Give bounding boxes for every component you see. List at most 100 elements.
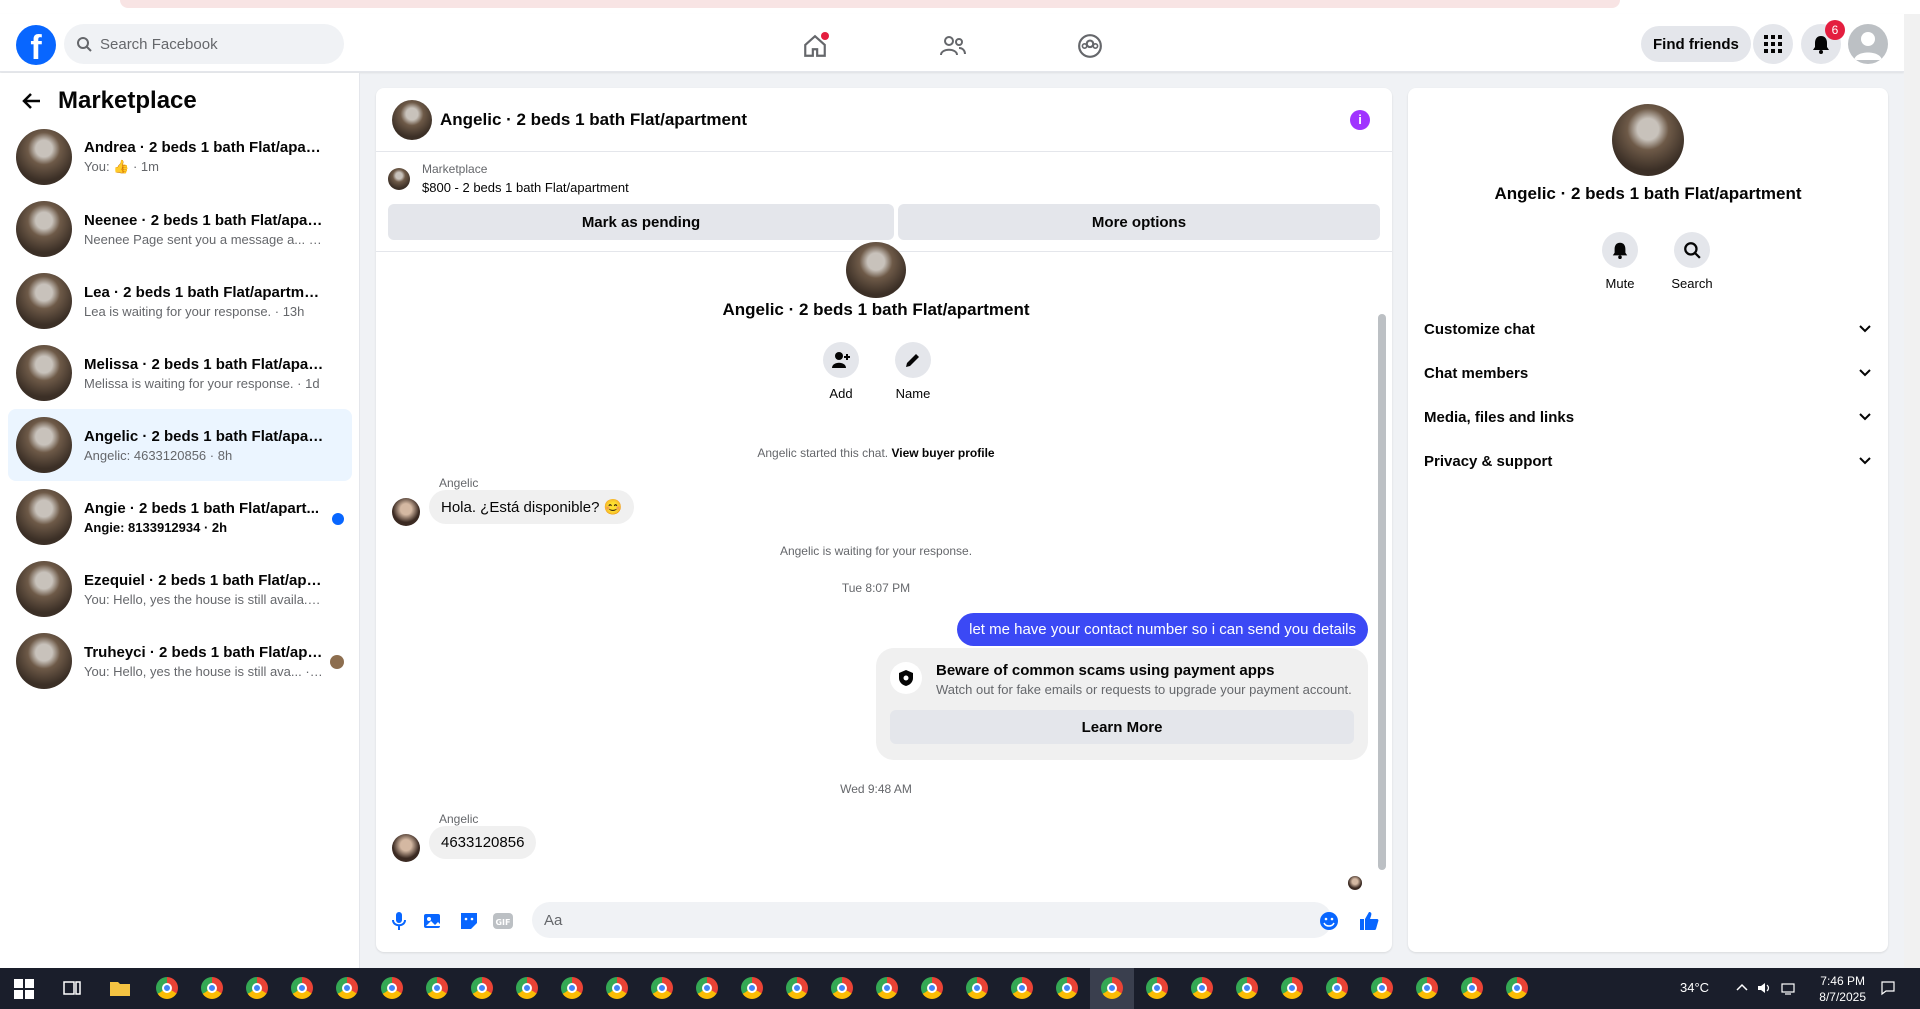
chrome-profile-icon[interactable] xyxy=(1191,977,1213,999)
search-input[interactable] xyxy=(100,35,320,53)
task-view-icon[interactable] xyxy=(61,977,83,999)
thread-scrollbar[interactable] xyxy=(1378,260,1386,880)
photo-icon[interactable] xyxy=(422,910,444,932)
notification-center-icon[interactable] xyxy=(1880,980,1896,996)
chrome-profile-icon[interactable] xyxy=(201,977,223,999)
sticker-icon[interactable] xyxy=(458,910,480,932)
chrome-profile-icon[interactable] xyxy=(831,977,853,999)
sidebar-header: Marketplace xyxy=(20,87,197,115)
outgoing-message[interactable]: let me have your contact number so i can… xyxy=(957,613,1368,646)
chrome-profile-icon[interactable] xyxy=(1371,977,1393,999)
file-explorer-icon[interactable] xyxy=(109,977,131,999)
info-icon[interactable]: i xyxy=(1350,110,1370,130)
page-scrollbar[interactable] xyxy=(1904,14,1920,968)
chrome-profile-icon[interactable] xyxy=(246,977,268,999)
chat-avatar[interactable] xyxy=(1612,104,1684,176)
add-button[interactable]: Add xyxy=(806,342,876,401)
nav-home-button[interactable] xyxy=(797,28,833,64)
chrome-profile-icon[interactable] xyxy=(381,977,403,999)
chrome-profile-icon[interactable] xyxy=(1236,977,1258,999)
chat-title[interactable]: Angelic · 2 beds 1 bath Flat/apartment xyxy=(440,110,747,130)
message-input[interactable] xyxy=(532,902,1332,938)
chrome-profile-icon[interactable] xyxy=(876,977,898,999)
chrome-profile-icon[interactable] xyxy=(516,977,538,999)
windows-start-icon[interactable] xyxy=(14,979,34,999)
network-icon[interactable] xyxy=(1780,980,1796,996)
chrome-profile-icon[interactable] xyxy=(741,977,763,999)
menu-button[interactable] xyxy=(1753,24,1793,64)
listing-info[interactable]: Marketplace $800 - 2 beds 1 bath Flat/ap… xyxy=(388,162,629,195)
chrome-profile-icon[interactable] xyxy=(921,977,943,999)
chrome-profile-icon[interactable] xyxy=(786,977,808,999)
emoji-icon[interactable] xyxy=(1318,910,1340,932)
chrome-profile-icon[interactable] xyxy=(1011,977,1033,999)
conversation-item[interactable]: Lea · 2 beds 1 bath Flat/apartment Lea is… xyxy=(8,265,352,337)
learn-more-button[interactable]: Learn More xyxy=(890,710,1354,744)
chrome-profile-icon[interactable] xyxy=(1506,977,1528,999)
back-arrow-icon[interactable] xyxy=(20,89,44,113)
chrome-center-icon xyxy=(747,983,757,993)
chrome-profile-icon[interactable] xyxy=(1461,977,1483,999)
facebook-logo-icon[interactable]: f xyxy=(16,25,56,65)
section-label: Privacy & support xyxy=(1424,452,1553,470)
conversation-item[interactable]: Andrea · 2 beds 1 bath Flat/apartm... You… xyxy=(8,121,352,193)
nav-friends-button[interactable] xyxy=(935,28,971,64)
chrome-profile-icon[interactable] xyxy=(1101,977,1123,999)
marketplace-sidebar: Marketplace Andrea · 2 beds 1 bath Flat/… xyxy=(0,73,360,968)
chrome-profile-icon[interactable] xyxy=(426,977,448,999)
profile-avatar[interactable] xyxy=(1848,24,1888,64)
gif-icon[interactable]: GIF xyxy=(492,910,514,932)
chevron-up-icon[interactable] xyxy=(1734,980,1750,996)
chrome-profile-icon[interactable] xyxy=(1281,977,1303,999)
sender-avatar[interactable] xyxy=(392,498,420,526)
conversation-item[interactable]: Truheyci · 2 beds 1 bath Flat/apa... You:… xyxy=(8,625,352,697)
listing-thumbnail xyxy=(16,489,72,545)
conversation-item-active[interactable]: Angelic · 2 beds 1 bath Flat/apart... Ang… xyxy=(8,409,352,481)
chrome-center-icon xyxy=(657,983,667,993)
chrome-icon[interactable] xyxy=(156,977,178,999)
sender-avatar[interactable] xyxy=(392,834,420,862)
scrollbar-thumb[interactable] xyxy=(1378,314,1386,870)
section-media-files[interactable]: Media, files and links xyxy=(1424,395,1872,439)
microphone-icon[interactable] xyxy=(388,910,410,932)
mute-button[interactable]: Mute xyxy=(1590,232,1650,291)
chrome-profile-icon[interactable] xyxy=(696,977,718,999)
nav-groups-button[interactable] xyxy=(1072,28,1108,64)
chrome-profile-icon[interactable] xyxy=(291,977,313,999)
search-chat-button[interactable]: Search xyxy=(1662,232,1722,291)
volume-icon[interactable] xyxy=(1756,980,1772,996)
mark-as-pending-button[interactable]: Mark as pending xyxy=(388,204,894,240)
search-box[interactable] xyxy=(64,24,344,64)
chrome-profile-icon[interactable] xyxy=(471,977,493,999)
thumbs-up-icon[interactable] xyxy=(1358,910,1380,932)
notifications-button[interactable]: 6 xyxy=(1801,20,1845,64)
chrome-profile-icon[interactable] xyxy=(1416,977,1438,999)
chrome-center-icon xyxy=(882,983,892,993)
message-thread: Angelic · 2 beds 1 bath Flat/apartment A… xyxy=(376,242,1392,890)
section-customize-chat[interactable]: Customize chat xyxy=(1424,307,1872,351)
conversation-item[interactable]: Melissa · 2 beds 1 bath Flat/apart... Mel… xyxy=(8,337,352,409)
chrome-profile-icon[interactable] xyxy=(1326,977,1348,999)
chrome-profile-icon[interactable] xyxy=(966,977,988,999)
conversation-item[interactable]: Ezequiel · 2 beds 1 bath Flat/apart... Yo… xyxy=(8,553,352,625)
section-chat-members[interactable]: Chat members xyxy=(1424,351,1872,395)
conversation-item[interactable]: Neenee · 2 beds 1 bath Flat/apart... Neen… xyxy=(8,193,352,265)
listing-thumbnail xyxy=(16,201,72,257)
chrome-profile-icon[interactable] xyxy=(561,977,583,999)
find-friends-button[interactable]: Find friends xyxy=(1641,26,1751,62)
taskbar-clock[interactable]: 7:46 PM 8/7/2025 xyxy=(1819,973,1866,1005)
chat-thumbnail[interactable] xyxy=(392,99,432,140)
incoming-message[interactable]: 4633120856 xyxy=(429,826,537,859)
name-button[interactable]: Name xyxy=(878,342,948,401)
chrome-profile-icon[interactable] xyxy=(651,977,673,999)
chrome-profile-icon[interactable] xyxy=(606,977,628,999)
weather-temperature[interactable]: 34°C xyxy=(1680,980,1709,995)
chrome-profile-icon[interactable] xyxy=(1056,977,1078,999)
conversation-item[interactable]: Angie · 2 beds 1 bath Flat/apart... Angie… xyxy=(8,481,352,553)
view-buyer-profile-link[interactable]: View buyer profile xyxy=(891,446,994,460)
section-privacy-support[interactable]: Privacy & support xyxy=(1424,439,1872,483)
chrome-profile-icon[interactable] xyxy=(1146,977,1168,999)
more-options-button[interactable]: More options xyxy=(898,204,1380,240)
chrome-profile-icon[interactable] xyxy=(336,977,358,999)
incoming-message[interactable]: Hola. ¿Está disponible? 😊 xyxy=(429,490,635,524)
